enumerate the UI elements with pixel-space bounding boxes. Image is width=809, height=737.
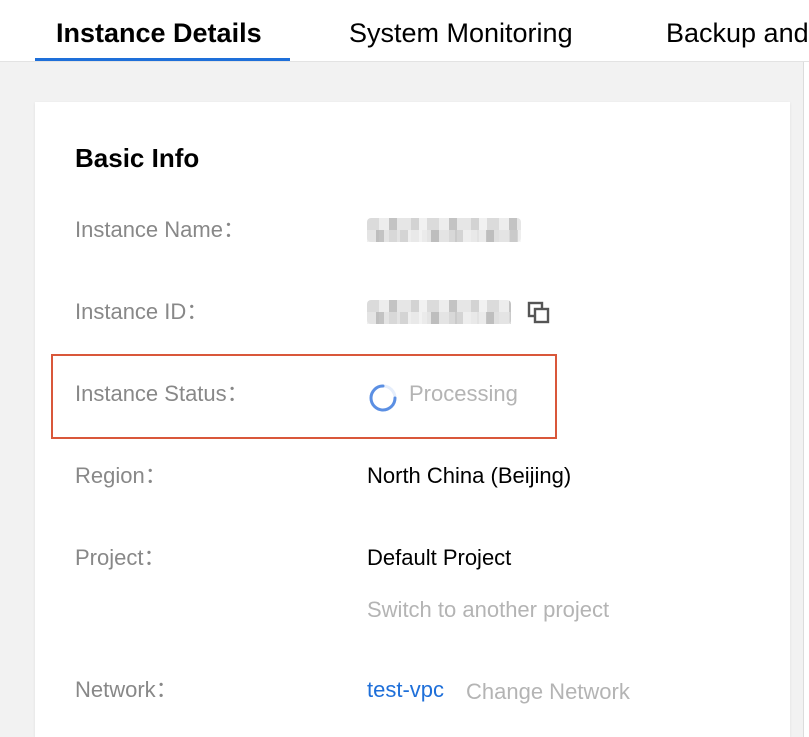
region-value: North China (Beijing) xyxy=(367,463,572,488)
instance-id-value-redacted xyxy=(367,300,511,324)
network-label: Network： xyxy=(75,677,178,702)
spinner-icon xyxy=(369,384,397,412)
tab-instance-details[interactable]: Instance Details xyxy=(56,16,262,50)
instance-status-value: Processing xyxy=(409,381,518,406)
network-vpc-link[interactable]: test-vpc xyxy=(367,676,444,704)
active-tab-indicator xyxy=(35,58,290,61)
change-network-link[interactable]: Change Network xyxy=(466,678,630,706)
switch-project-link[interactable]: Switch to another project xyxy=(367,596,609,624)
section-title: Basic Info xyxy=(75,143,200,173)
instance-id-label: Instance ID： xyxy=(75,299,209,324)
project-value: Default Project xyxy=(367,545,512,570)
project-label: Project： xyxy=(75,545,166,570)
tab-backup[interactable]: Backup and xyxy=(666,16,809,50)
page-scrollbar[interactable] xyxy=(803,62,809,737)
instance-name-value-redacted xyxy=(367,218,521,242)
instance-name-label: Instance Name： xyxy=(75,217,245,242)
basic-info-card: Basic Info Instance Name： Instance ID： I… xyxy=(35,102,790,737)
tab-system-monitoring[interactable]: System Monitoring xyxy=(349,16,573,50)
region-label: Region： xyxy=(75,463,167,488)
tab-bar: Instance Details System Monitoring Backu… xyxy=(0,0,809,62)
instance-status-label: Instance Status： xyxy=(75,381,249,406)
copy-icon[interactable] xyxy=(527,301,551,325)
